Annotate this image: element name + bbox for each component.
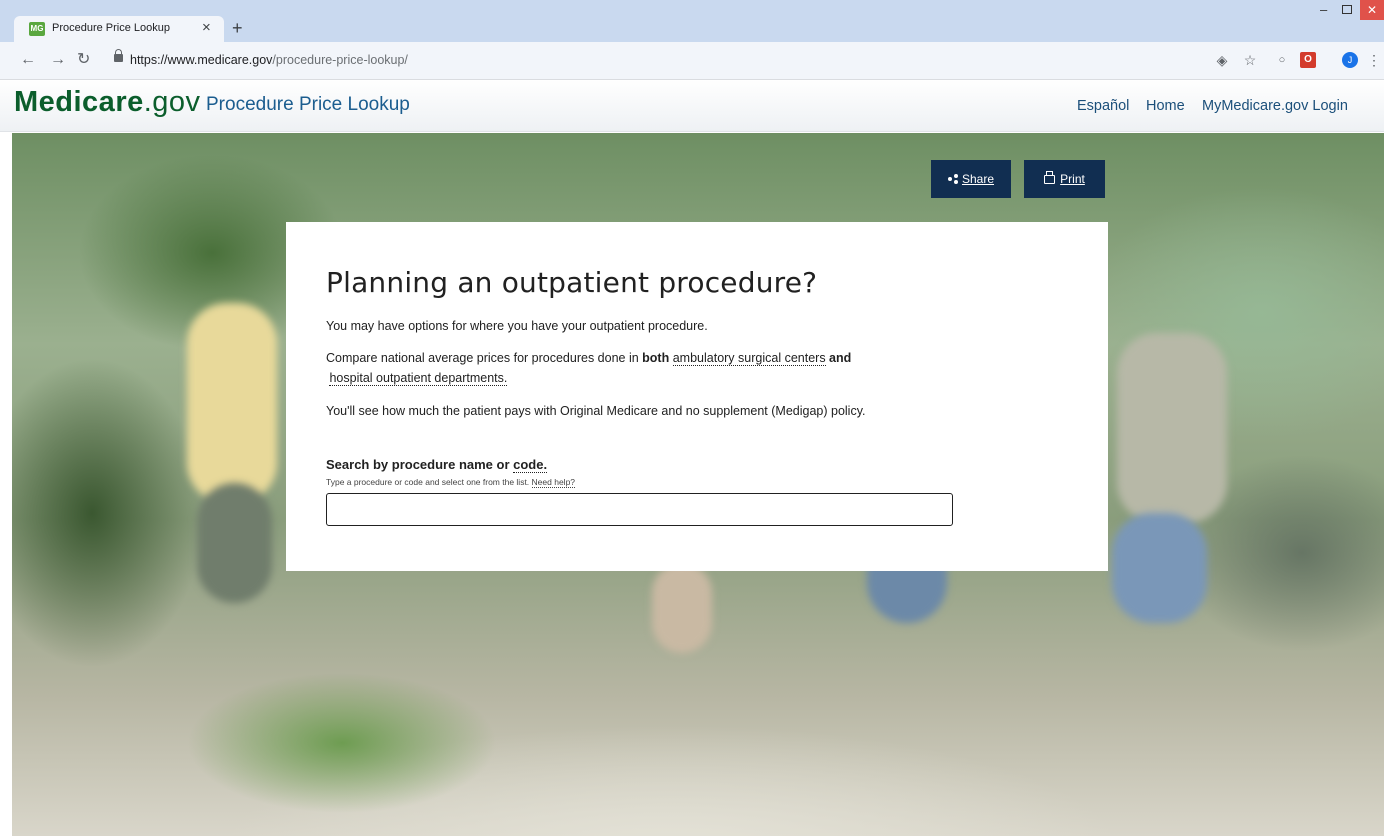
search-help-text: Type a procedure or code and select one … bbox=[326, 477, 576, 488]
print-icon bbox=[1044, 171, 1056, 184]
espanol-link[interactable]: Español bbox=[1077, 98, 1129, 114]
share-icon bbox=[947, 174, 958, 184]
intro-paragraph-options: You may have options for where you have … bbox=[326, 319, 708, 333]
extension-circle-icon[interactable]: ○ bbox=[1274, 52, 1290, 68]
print-button[interactable]: Print bbox=[1024, 160, 1105, 198]
reload-icon[interactable]: ↻ bbox=[77, 52, 90, 68]
app-title[interactable]: Procedure Price Lookup bbox=[206, 94, 410, 116]
photo-person-right bbox=[1117, 333, 1227, 523]
address-url: https://www.medicare.gov/procedure-price… bbox=[130, 53, 408, 67]
back-arrow-icon[interactable]: ← bbox=[20, 52, 36, 68]
minimize-window-icon[interactable]: – bbox=[1320, 2, 1327, 17]
hospital-outpatient-departments-link[interactable]: hospital outpatient departments. bbox=[329, 371, 508, 386]
close-tab-icon[interactable]: × bbox=[202, 19, 211, 36]
intro-card: Planning an outpatient procedure? You ma… bbox=[286, 222, 1108, 571]
translate-icon[interactable]: ◈ bbox=[1214, 52, 1230, 68]
need-help-link[interactable]: Need help? bbox=[531, 477, 576, 488]
photo-person-back bbox=[652, 563, 712, 653]
procedure-search-input[interactable] bbox=[326, 493, 953, 526]
bookmark-star-icon[interactable]: ☆ bbox=[1242, 52, 1258, 68]
ambulatory-surgical-centers-link[interactable]: ambulatory surgical centers bbox=[672, 351, 826, 366]
photo-person-right-shorts bbox=[1112, 513, 1207, 623]
home-link[interactable]: Home bbox=[1146, 98, 1185, 114]
extension-red-icon[interactable]: O bbox=[1300, 52, 1316, 68]
close-window-icon[interactable]: ✕ bbox=[1360, 0, 1384, 20]
address-bar[interactable]: https://www.medicare.gov/procedure-price… bbox=[104, 49, 1194, 72]
tab-title: Procedure Price Lookup bbox=[52, 22, 171, 34]
new-tab-icon[interactable]: + bbox=[232, 18, 243, 38]
intro-paragraph-patient-pays: You'll see how much the patient pays wit… bbox=[326, 404, 866, 418]
share-button[interactable]: Share bbox=[931, 160, 1011, 198]
search-label: Search by procedure name or code. bbox=[326, 457, 548, 473]
browser-tabstrip: MG Procedure Price Lookup × + – ✕ bbox=[0, 0, 1384, 42]
forward-arrow-icon[interactable]: → bbox=[50, 52, 66, 68]
medicare-logo[interactable]: Medicare.gov bbox=[14, 86, 201, 119]
code-link[interactable]: code. bbox=[513, 457, 548, 473]
maximize-window-icon[interactable] bbox=[1342, 5, 1352, 14]
browser-menu-icon[interactable]: ⋮ bbox=[1366, 52, 1382, 68]
mymedicare-login-link[interactable]: MyMedicare.gov Login bbox=[1202, 98, 1348, 114]
photo-person-left bbox=[187, 303, 277, 503]
lock-icon bbox=[114, 49, 123, 62]
browser-toolbar: ← → ↻ https://www.medicare.gov/procedure… bbox=[0, 42, 1384, 80]
page-title: Planning an outpatient procedure? bbox=[326, 266, 818, 299]
profile-avatar-icon[interactable]: J bbox=[1342, 52, 1358, 68]
photo-person-left-shorts bbox=[197, 483, 272, 603]
browser-tab[interactable]: MG Procedure Price Lookup × bbox=[14, 16, 224, 42]
medicare-favicon-icon: MG bbox=[29, 22, 45, 36]
intro-paragraph-compare: Compare national average prices for proc… bbox=[326, 351, 852, 386]
site-header: Medicare.gov Procedure Price Lookup Espa… bbox=[0, 80, 1384, 132]
